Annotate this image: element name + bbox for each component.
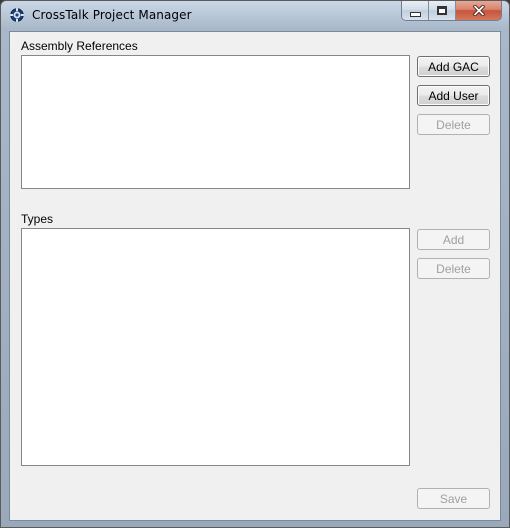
assembly-references-list[interactable]: [21, 55, 410, 189]
main-window: CrossTalk Project Manager Assembly Refer…: [0, 0, 510, 528]
delete-type-button[interactable]: Delete: [417, 258, 490, 279]
types-label: Types: [21, 212, 54, 226]
types-list[interactable]: [21, 228, 410, 466]
add-type-button[interactable]: Add: [417, 229, 490, 250]
close-icon: [472, 5, 485, 16]
window-title: CrossTalk Project Manager: [32, 8, 192, 22]
delete-reference-button[interactable]: Delete: [417, 114, 490, 135]
minimize-icon: [409, 11, 421, 17]
client-area: Assembly References Add GAC Add User Del…: [9, 31, 501, 521]
maximize-button[interactable]: [429, 1, 456, 20]
title-bar[interactable]: CrossTalk Project Manager: [1, 1, 509, 31]
add-user-button[interactable]: Add User: [417, 85, 490, 106]
maximize-icon: [437, 6, 447, 15]
minimize-button[interactable]: [402, 1, 429, 20]
caption-buttons: [401, 1, 502, 21]
gear-icon[interactable]: [9, 7, 25, 23]
assembly-references-label: Assembly References: [21, 39, 138, 53]
save-button[interactable]: Save: [417, 488, 490, 509]
add-gac-button[interactable]: Add GAC: [417, 56, 490, 77]
close-button[interactable]: [456, 1, 501, 20]
